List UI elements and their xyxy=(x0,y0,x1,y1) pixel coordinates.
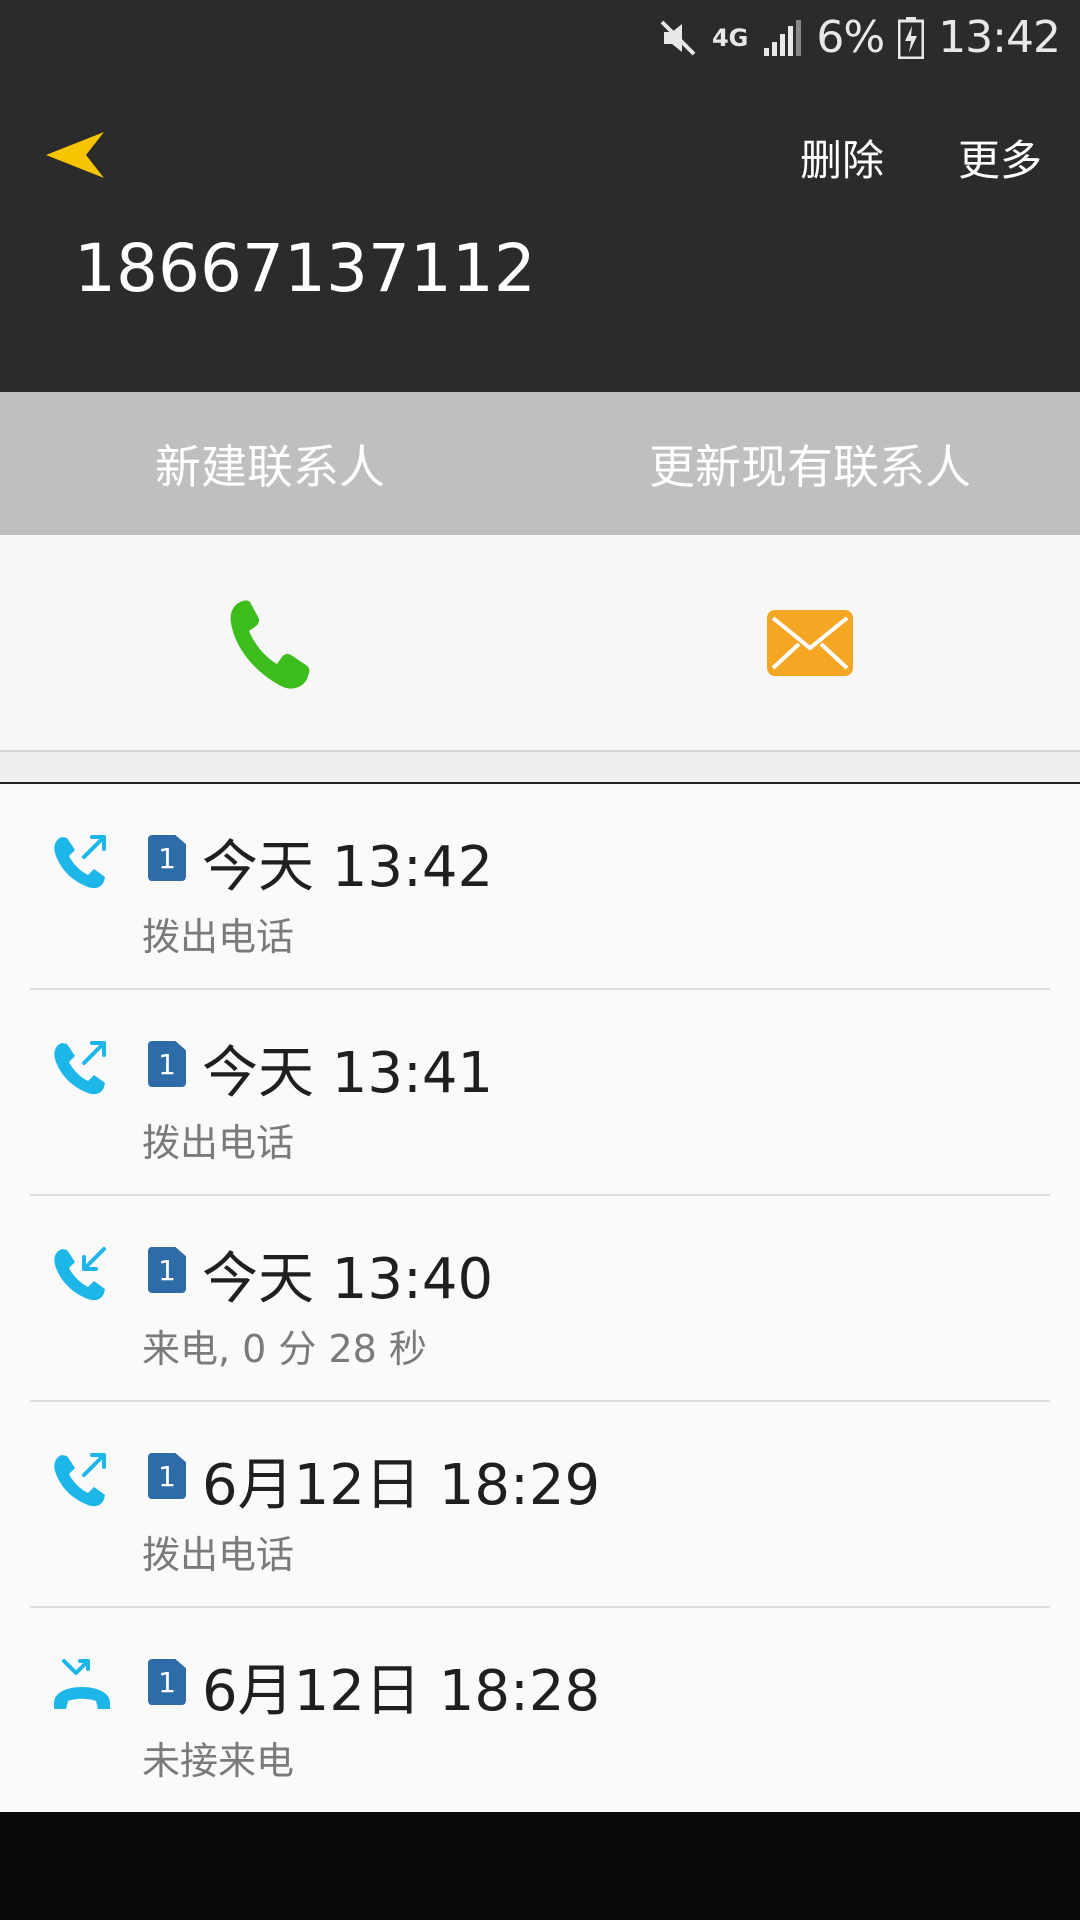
call-time: 6月12日 18:29 xyxy=(202,1453,601,1518)
sim-badge: 1 xyxy=(148,835,186,881)
contact-action-bar: 新建联系人 更新现有联系人 xyxy=(0,392,1080,535)
call-log-item[interactable]: 1 今天 13:42 拨出电话 xyxy=(0,784,1080,990)
sim-badge: 1 xyxy=(148,1659,186,1705)
call-description: 拨出电话 xyxy=(142,915,295,959)
status-bar: 4G 6% 13:42 xyxy=(0,0,1080,75)
message-icon xyxy=(767,609,853,676)
phone-icon xyxy=(230,599,310,689)
battery-percent: 6% xyxy=(816,12,885,63)
sim-badge: 1 xyxy=(148,1247,186,1293)
update-contact-button[interactable]: 更新现有联系人 xyxy=(540,392,1080,535)
call-log-list: 1 今天 13:42 拨出电话 1 今天 13:41 拨出电话 1 今天 13:… xyxy=(0,784,1080,1812)
new-contact-button[interactable]: 新建联系人 xyxy=(0,392,540,535)
network-type: 4G xyxy=(711,23,749,52)
sim-badge: 1 xyxy=(148,1453,186,1499)
status-icons: 4G 6% 13:42 xyxy=(658,0,1061,75)
call-log-item[interactable]: 1 6月12日 18:29 拨出电话 xyxy=(0,1402,1080,1608)
call-log-item[interactable]: 1 今天 13:40 来电, 0 分 28 秒 xyxy=(0,1196,1080,1402)
header: 删除 更多 18667137112 xyxy=(0,75,1080,392)
call-description: 拨出电话 xyxy=(142,1533,295,1577)
status-time: 13:42 xyxy=(938,12,1061,63)
call-time: 今天 13:42 xyxy=(202,835,494,900)
call-button[interactable] xyxy=(0,535,540,750)
back-button[interactable] xyxy=(30,115,120,195)
call-time: 今天 13:40 xyxy=(202,1247,494,1312)
section-divider xyxy=(0,752,1080,784)
sim-badge: 1 xyxy=(148,1041,186,1087)
battery-charging-icon xyxy=(898,16,925,59)
call-time: 今天 13:41 xyxy=(202,1041,494,1106)
navigation-bar xyxy=(0,1812,1080,1920)
incoming-call-icon xyxy=(54,1247,106,1301)
communication-actions xyxy=(0,535,1080,752)
outgoing-call-icon xyxy=(54,835,106,889)
call-log-item[interactable]: 1 6月12日 18:28 未接来电 xyxy=(0,1608,1080,1814)
outgoing-call-icon xyxy=(54,1453,106,1507)
call-description: 拨出电话 xyxy=(142,1121,295,1165)
message-button[interactable] xyxy=(540,535,1080,750)
missed-call-icon xyxy=(54,1659,110,1709)
delete-button[interactable]: 删除 xyxy=(800,127,884,188)
back-arrow-icon xyxy=(46,132,104,178)
more-button[interactable]: 更多 xyxy=(958,127,1042,188)
outgoing-call-icon xyxy=(54,1041,106,1095)
call-description: 来电, 0 分 28 秒 xyxy=(142,1327,427,1371)
call-time: 6月12日 18:28 xyxy=(202,1659,601,1724)
signal-icon xyxy=(764,19,802,56)
call-log-item[interactable]: 1 今天 13:41 拨出电话 xyxy=(0,990,1080,1196)
mute-icon xyxy=(660,20,696,55)
phone-number: 18667137112 xyxy=(74,230,536,307)
call-description: 未接来电 xyxy=(142,1739,295,1783)
